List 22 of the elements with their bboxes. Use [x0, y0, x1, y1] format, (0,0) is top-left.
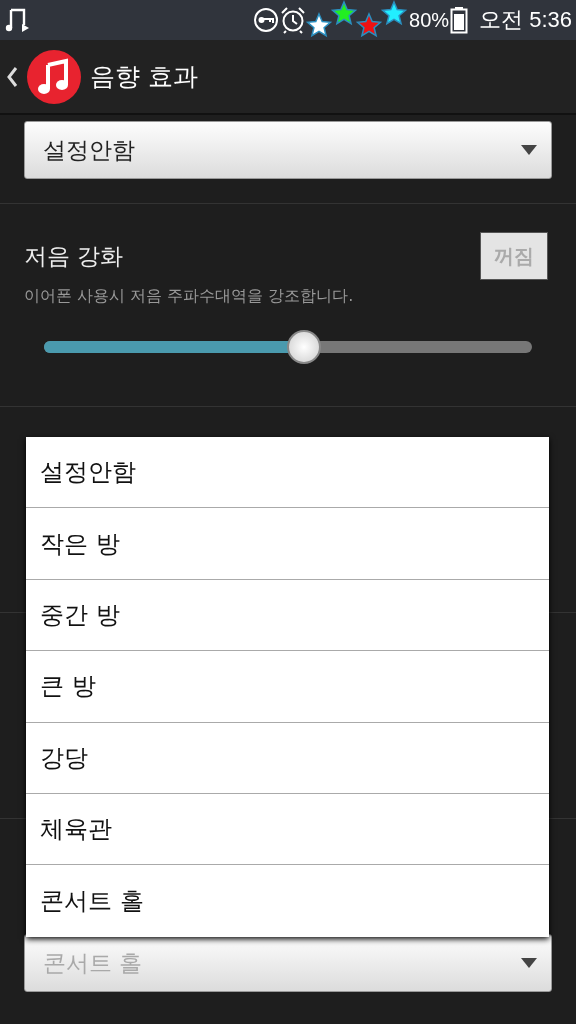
battery-icon — [450, 6, 469, 34]
option-item[interactable]: 큰 방 — [26, 651, 549, 723]
effect-dropdown[interactable]: 설정안함 — [24, 121, 552, 179]
clock-time: 오전 5:36 — [479, 6, 572, 34]
alarm-clock-icon — [280, 6, 307, 34]
option-item[interactable]: 작은 방 — [26, 508, 549, 580]
chevron-left-icon — [6, 64, 18, 89]
screen-title: 음향 효과 — [90, 61, 198, 93]
option-item[interactable]: 설정안함 — [26, 437, 549, 509]
section-description: 이어폰 사용시 저음 주파수대역을 강조합니다. — [24, 286, 355, 307]
option-item[interactable]: 체육관 — [26, 793, 549, 866]
battery-percent: 80% — [409, 8, 450, 32]
option-item[interactable]: 콘서트 홀 — [26, 865, 549, 937]
key-icon — [253, 7, 280, 33]
section-title: 저음 강화 — [24, 241, 124, 271]
music-app-icon — [26, 48, 82, 105]
option-item[interactable]: 중간 방 — [26, 579, 549, 652]
music-note-icon — [4, 7, 30, 33]
option-item[interactable]: 강당 — [26, 722, 549, 794]
dropdown-arrow-icon — [521, 958, 537, 968]
slider-thumb[interactable] — [287, 330, 321, 364]
dropdown-arrow-icon — [521, 145, 537, 155]
